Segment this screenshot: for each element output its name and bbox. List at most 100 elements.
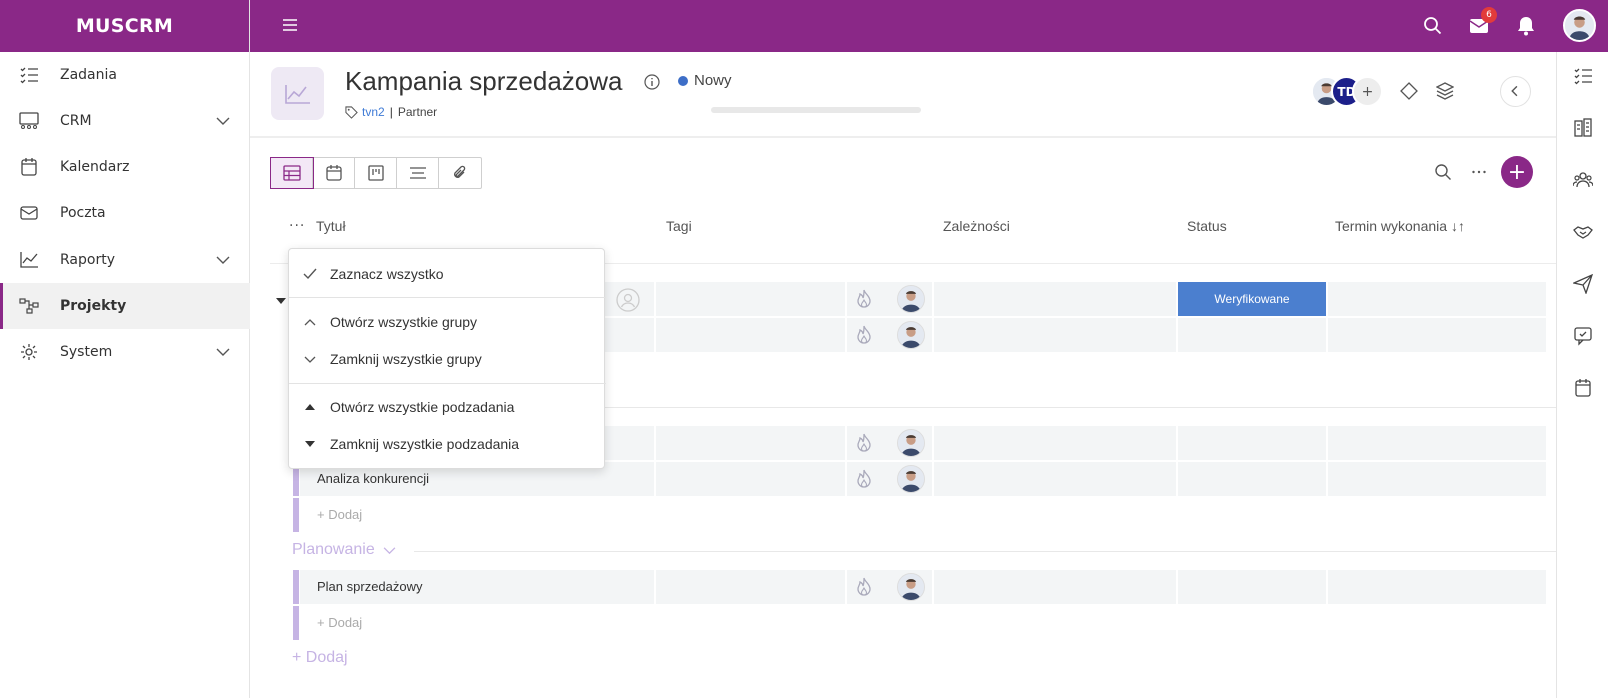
priority-fire-icon[interactable] <box>853 432 875 454</box>
table-row[interactable]: Plan sprzedażowy <box>300 570 1546 604</box>
assignee-avatar[interactable] <box>897 285 925 313</box>
column-header-status[interactable]: Status <box>1187 218 1227 234</box>
project-header: Kampania sprzedażowa Nowy tvn2 | Partner… <box>250 52 1556 138</box>
sidebar-item-raporty[interactable]: Raporty <box>0 237 250 283</box>
cell-divider <box>1326 426 1328 460</box>
column-header-tags[interactable]: Tagi <box>666 218 692 234</box>
add-member-button[interactable]: + <box>1352 76 1383 107</box>
sidebar-item-crm[interactable]: CRM <box>0 98 250 144</box>
project-progress-bar <box>711 107 921 113</box>
menu-item-select-all[interactable]: Zaznacz wszystko <box>289 256 606 292</box>
menu-icon[interactable] <box>282 17 298 33</box>
group-color-bar <box>293 498 299 532</box>
assignee-avatar[interactable] <box>897 573 925 601</box>
table-options-button[interactable]: ··· <box>289 218 305 234</box>
tag-link[interactable]: tvn2 <box>362 105 385 119</box>
priority-fire-icon[interactable] <box>853 288 875 310</box>
menu-divider <box>289 297 606 298</box>
info-icon[interactable] <box>644 74 660 90</box>
caret-down-icon[interactable] <box>276 298 286 304</box>
column-header-due-date[interactable]: Termin wykonania ↓↑ <box>1335 218 1465 234</box>
cell-divider <box>845 282 847 316</box>
cell-divider <box>1176 318 1178 352</box>
cell-divider <box>1326 282 1328 316</box>
group-divider <box>600 407 1556 408</box>
more-options-icon[interactable] <box>1470 163 1488 181</box>
tasks-icon[interactable] <box>1573 66 1593 86</box>
row-title[interactable]: Analiza konkurencji <box>317 471 429 486</box>
brand-logo[interactable]: MUSCRM <box>0 0 249 52</box>
status-badge[interactable]: Weryfikowane <box>1178 282 1326 316</box>
menu-item-label: Otwórz wszystkie podzadania <box>330 399 515 415</box>
menu-item-label: Zamknij wszystkie podzadania <box>330 436 520 452</box>
tab-attachments-view[interactable] <box>439 158 481 188</box>
unassigned-user-icon[interactable] <box>616 288 640 312</box>
add-task-button[interactable]: + <box>1501 156 1533 188</box>
table-icon <box>282 165 301 181</box>
sidebar-item-label: Projekty <box>60 298 127 314</box>
diamond-icon[interactable] <box>1400 82 1418 100</box>
chart-icon <box>20 252 38 268</box>
priority-fire-icon[interactable] <box>853 324 875 346</box>
assignee-avatar[interactable] <box>897 321 925 349</box>
add-task-row[interactable]: + Dodaj <box>317 615 362 630</box>
add-task-row[interactable]: + Dodaj <box>317 507 362 522</box>
add-group-button[interactable]: + Dodaj <box>292 649 348 667</box>
menu-item-close-groups[interactable]: Zamknij wszystkie grupy <box>289 341 606 377</box>
priority-fire-icon[interactable] <box>853 468 875 490</box>
send-icon[interactable] <box>1573 274 1593 294</box>
search-icon[interactable] <box>1422 15 1444 37</box>
column-header-title[interactable]: Tytuł <box>316 218 346 234</box>
column-header-dependencies[interactable]: Zależności <box>943 218 1010 234</box>
project-status[interactable]: Nowy <box>678 72 732 89</box>
search-icon[interactable] <box>1434 163 1452 181</box>
sidebar-item-zadania[interactable]: Zadania <box>0 52 250 98</box>
tab-list-view[interactable] <box>397 158 439 188</box>
cell-divider <box>932 462 934 496</box>
sidebar-item-label: Zadania <box>60 67 117 83</box>
project-status-label: Nowy <box>694 72 732 89</box>
cell-divider <box>932 318 934 352</box>
sidebar-item-kalendarz[interactable]: Kalendarz <box>0 144 250 190</box>
chevron-down-icon <box>304 356 316 363</box>
sidebar-item-system[interactable]: System <box>0 329 250 375</box>
row-title[interactable]: Plan sprzedażowy <box>317 579 423 594</box>
priority-fire-icon[interactable] <box>853 576 875 598</box>
group-title-planowanie[interactable]: Planowanie <box>292 541 396 559</box>
calendar-icon[interactable] <box>1573 378 1593 398</box>
menu-item-open-groups[interactable]: Otwórz wszystkie grupy <box>289 304 606 340</box>
users-icon[interactable] <box>1573 170 1593 190</box>
cell-divider <box>932 570 934 604</box>
view-switcher <box>270 157 482 189</box>
group-color-bar <box>293 606 299 640</box>
status-dot <box>678 75 688 86</box>
chevron-down-icon <box>216 348 230 356</box>
sidebar-item-label: System <box>60 344 113 360</box>
tag-separator: | <box>389 105 393 119</box>
list-icon <box>409 167 426 179</box>
cell-divider <box>1326 318 1328 352</box>
sidebar-item-poczta[interactable]: Poczta <box>0 190 250 236</box>
menu-divider <box>289 383 606 384</box>
bell-icon[interactable] <box>1515 15 1537 37</box>
tab-calendar-view[interactable] <box>313 158 355 188</box>
layers-icon[interactable] <box>1436 82 1454 100</box>
menu-item-open-subtasks[interactable]: Otwórz wszystkie podzadania <box>289 389 606 425</box>
cell-divider <box>1326 462 1328 496</box>
project-members[interactable]: TD + <box>1311 76 1391 107</box>
menu-item-close-subtasks[interactable]: Zamknij wszystkie podzadania <box>289 426 606 462</box>
assignee-avatar[interactable] <box>897 465 925 493</box>
comment-check-icon[interactable] <box>1573 326 1593 346</box>
project-title[interactable]: Kampania sprzedażowa <box>345 66 623 97</box>
handshake-icon[interactable] <box>1573 222 1593 242</box>
tab-table-view[interactable] <box>270 157 314 189</box>
sidebar-item-projekty[interactable]: Projekty <box>0 283 250 329</box>
mail-badge: 6 <box>1481 7 1497 23</box>
chevron-down-icon <box>383 546 396 554</box>
group-color-bar <box>293 570 299 604</box>
assignee-avatar[interactable] <box>897 429 925 457</box>
user-avatar[interactable] <box>1563 9 1596 42</box>
building-icon[interactable] <box>1573 118 1593 138</box>
tab-kanban-view[interactable] <box>355 158 397 188</box>
collapse-panel-button[interactable] <box>1500 76 1531 107</box>
